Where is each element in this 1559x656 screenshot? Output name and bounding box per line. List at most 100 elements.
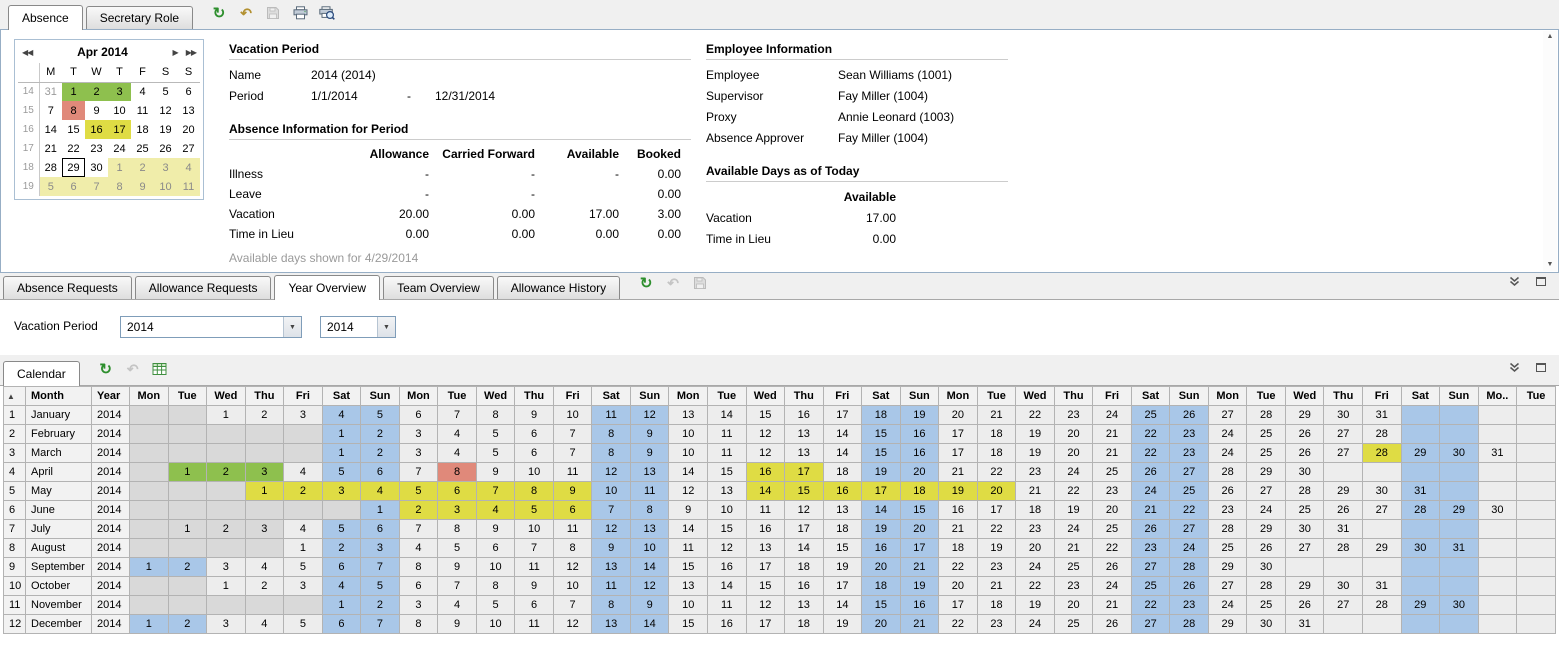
calendar-day-cell[interactable]: 25 (1131, 406, 1170, 425)
calendar-day-cell[interactable]: 6 (322, 615, 361, 634)
calendar-day-cell[interactable]: 13 (746, 539, 785, 558)
calendar-day-cell[interactable]: 19 (823, 558, 862, 577)
calendar-day-cell[interactable]: 3 (322, 482, 361, 501)
calendar-day-cell[interactable]: 22 (939, 558, 978, 577)
calendar-day-cell[interactable]: 12 (746, 444, 785, 463)
calendar-day-cell[interactable]: 28 (1363, 425, 1402, 444)
calendar-day-cell[interactable]: 30 (1285, 520, 1324, 539)
calendar-day-cell[interactable]: 21 (1093, 596, 1132, 615)
calendar-day-cell[interactable]: 26 (1131, 463, 1170, 482)
calendar-day-cell[interactable]: 3 (207, 558, 246, 577)
calendar-day-cell[interactable]: 2 (361, 444, 400, 463)
calendar-day-cell[interactable]: 3 (284, 406, 323, 425)
calendar-day-cell[interactable]: 22 (977, 463, 1016, 482)
calendar-day-cell[interactable]: 15 (862, 425, 901, 444)
calendar-day-cell[interactable]: 12 (630, 406, 669, 425)
calendar-day-cell[interactable]: 2 (361, 596, 400, 615)
mini-calendar-day[interactable]: 11 (177, 177, 200, 196)
calendar-day-cell[interactable]: 17 (785, 520, 824, 539)
calendar-day-cell[interactable]: 5 (476, 596, 515, 615)
mini-calendar-day[interactable]: 9 (85, 101, 108, 120)
calendar-day-cell[interactable]: 29 (1208, 558, 1247, 577)
calendar-day-cell[interactable]: 8 (515, 482, 554, 501)
calendar-day-cell[interactable]: 31 (1478, 444, 1517, 463)
calendar-day-cell[interactable]: 2 (245, 577, 284, 596)
calendar-day-cell[interactable]: 16 (746, 520, 785, 539)
calendar-day-cell[interactable]: 21 (977, 406, 1016, 425)
calendar-day-cell[interactable]: 8 (592, 425, 631, 444)
scroll-up-icon[interactable]: ▲ (1543, 31, 1557, 43)
calendar-day-cell[interactable]: 1 (207, 577, 246, 596)
calendar-day-cell[interactable]: 21 (1016, 482, 1055, 501)
calendar-day-cell[interactable]: 5 (438, 539, 477, 558)
calendar-day-cell[interactable]: 6 (515, 444, 554, 463)
calendar-day-cell[interactable]: 6 (322, 558, 361, 577)
calendar-day-cell[interactable]: 19 (862, 463, 901, 482)
calendar-day-cell[interactable]: 20 (939, 577, 978, 596)
calendar-day-cell[interactable]: 26 (1170, 577, 1209, 596)
calendar-day-cell[interactable]: 6 (515, 425, 554, 444)
calendar-day-cell[interactable]: 10 (592, 482, 631, 501)
calendar-day-cell[interactable]: 24 (1208, 425, 1247, 444)
calendar-day-cell[interactable]: 25 (1054, 615, 1093, 634)
mini-calendar-day[interactable]: 3 (108, 82, 131, 101)
calendar-day-cell[interactable]: 4 (361, 482, 400, 501)
calendar-day-cell[interactable]: 14 (630, 558, 669, 577)
calendar-day-cell[interactable]: 17 (939, 596, 978, 615)
calendar-day-cell[interactable]: 21 (977, 577, 1016, 596)
calendar-day-cell[interactable]: 20 (900, 520, 939, 539)
calendar-day-cell[interactable]: 28 (1363, 444, 1402, 463)
calendar-day-cell[interactable]: 13 (592, 558, 631, 577)
row-number[interactable]: 11 (4, 596, 26, 615)
calendar-day-cell[interactable]: 10 (630, 539, 669, 558)
calendar-day-cell[interactable]: 23 (1016, 520, 1055, 539)
calendar-day-cell[interactable]: 27 (1247, 482, 1286, 501)
calendar-day-cell[interactable]: 25 (1247, 444, 1286, 463)
mini-calendar-day[interactable]: 14 (39, 120, 62, 139)
calendar-day-cell[interactable]: 6 (553, 501, 592, 520)
calendar-day-cell[interactable]: 18 (1016, 501, 1055, 520)
calendar-day-cell[interactable]: 4 (245, 558, 284, 577)
calendar-day-cell[interactable]: 26 (1324, 501, 1363, 520)
calendar-day-cell[interactable]: 21 (939, 520, 978, 539)
mini-calendar-day[interactable]: 5 (39, 177, 62, 196)
calendar-day-cell[interactable]: 24 (1093, 577, 1132, 596)
calendar-day-cell[interactable]: 2 (361, 425, 400, 444)
undo-button[interactable]: ↶ (664, 274, 682, 292)
calendar-day-cell[interactable]: 1 (284, 539, 323, 558)
calendar-day-cell[interactable]: 8 (476, 577, 515, 596)
calendar-day-cell[interactable]: 6 (399, 577, 438, 596)
mini-calendar-day[interactable]: 3 (154, 158, 177, 177)
calendar-day-cell[interactable]: 17 (939, 425, 978, 444)
calendar-day-cell[interactable]: 6 (438, 482, 477, 501)
mini-calendar-day[interactable]: 23 (85, 139, 108, 158)
calendar-day-cell[interactable]: 21 (1093, 425, 1132, 444)
calendar-day-cell[interactable]: 11 (553, 463, 592, 482)
calendar-day-cell[interactable]: 17 (823, 406, 862, 425)
calendar-day-cell[interactable]: 27 (1324, 444, 1363, 463)
mini-calendar-day[interactable]: 21 (39, 139, 62, 158)
calendar-day-cell[interactable]: 8 (553, 539, 592, 558)
calendar-day-cell[interactable]: 12 (707, 539, 746, 558)
calendar-day-cell[interactable]: 12 (746, 596, 785, 615)
calendar-day-cell[interactable]: 20 (1054, 444, 1093, 463)
calendar-day-cell[interactable]: 29 (1324, 482, 1363, 501)
mini-calendar-day[interactable]: 30 (85, 158, 108, 177)
calendar-day-cell[interactable]: 21 (900, 615, 939, 634)
calendar-day-cell[interactable]: 15 (785, 482, 824, 501)
calendar-day-cell[interactable]: 9 (438, 615, 477, 634)
calendar-day-cell[interactable]: 3 (207, 615, 246, 634)
calendar-day-cell[interactable]: 17 (823, 577, 862, 596)
mini-calendar-day[interactable]: 17 (108, 120, 131, 139)
calendar-day-cell[interactable]: 21 (939, 463, 978, 482)
calendar-day-cell[interactable]: 15 (669, 558, 708, 577)
calendar-day-cell[interactable]: 19 (1016, 444, 1055, 463)
calendar-day-cell[interactable]: 3 (245, 463, 284, 482)
calendar-day-cell[interactable]: 23 (1016, 463, 1055, 482)
tab-team-overview[interactable]: Team Overview (383, 276, 494, 299)
calendar-day-cell[interactable]: 4 (438, 444, 477, 463)
calendar-day-cell[interactable]: 30 (1285, 463, 1324, 482)
calendar-day-cell[interactable]: 22 (1054, 482, 1093, 501)
tab-absence[interactable]: Absence (8, 5, 83, 30)
calendar-day-cell[interactable]: 16 (707, 558, 746, 577)
